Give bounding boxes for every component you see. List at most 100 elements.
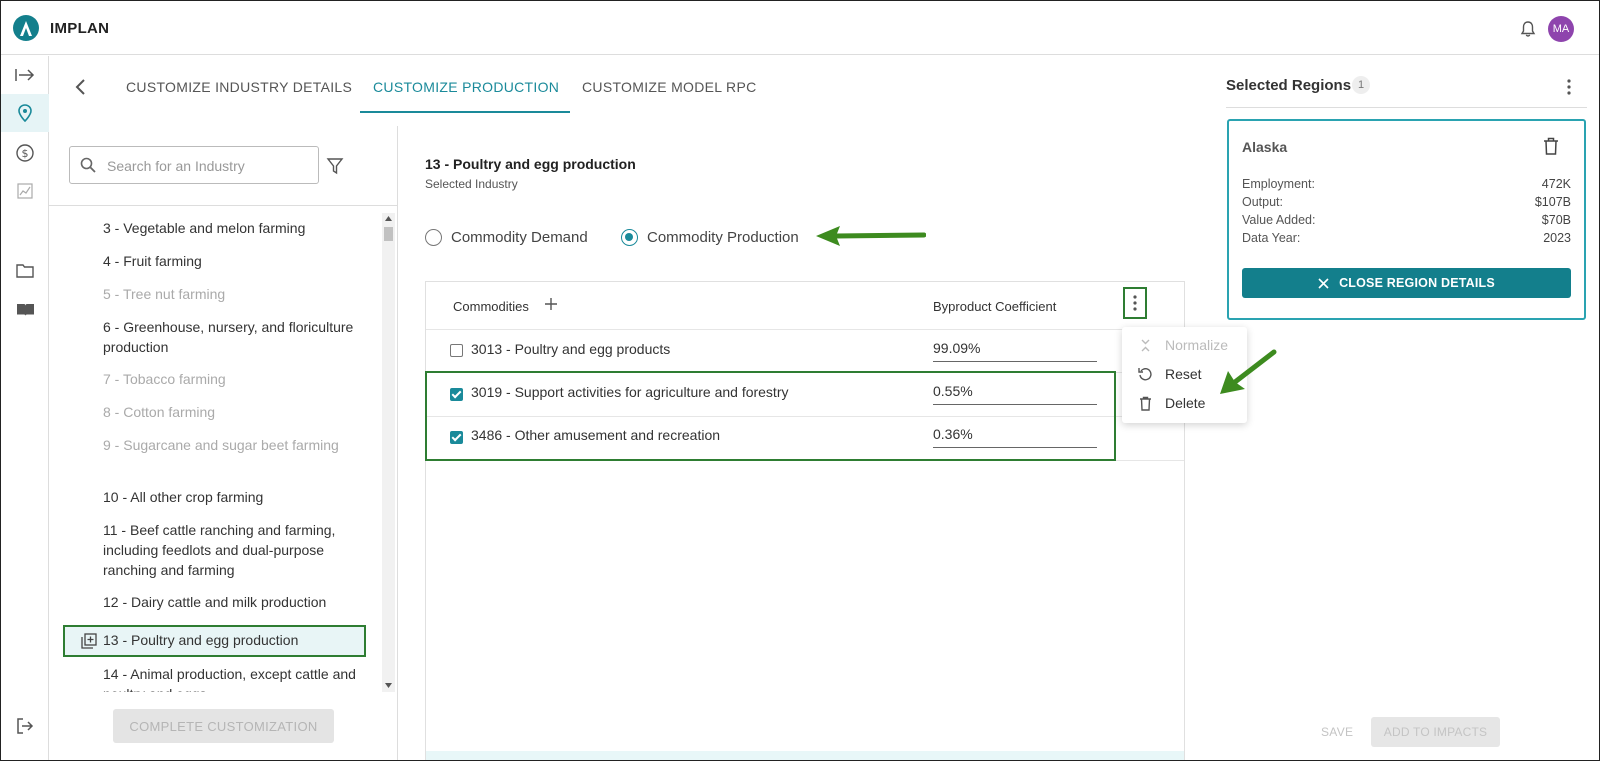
- dollar-circle-icon: $: [16, 144, 34, 162]
- results-nav-button[interactable]: [1, 172, 49, 210]
- impacts-nav-button[interactable]: $: [1, 134, 49, 172]
- add-commodity-icon[interactable]: [544, 297, 558, 311]
- reset-icon: [1138, 368, 1152, 381]
- industry-list-scrollbar[interactable]: [382, 213, 395, 692]
- list-item[interactable]: 3 - Vegetable and melon farming: [103, 218, 363, 238]
- scroll-thumb[interactable]: [384, 227, 393, 241]
- chart-icon: [17, 183, 33, 199]
- svg-text:$: $: [22, 147, 29, 160]
- industry-list: 3 - Vegetable and melon farming 4 - Frui…: [49, 206, 382, 692]
- scroll-down-icon[interactable]: [385, 683, 392, 688]
- commodity-production-radio[interactable]: [621, 229, 638, 246]
- normalize-icon: [1141, 339, 1150, 352]
- list-item[interactable]: 4 - Fruit farming: [103, 251, 363, 271]
- list-item[interactable]: 6 - Greenhouse, nursery, and floricultur…: [103, 317, 363, 357]
- folder-icon: [16, 263, 34, 278]
- notification-bell-icon[interactable]: [1519, 20, 1537, 38]
- projects-nav-button[interactable]: [1, 251, 49, 289]
- delete-region-icon[interactable]: [1543, 137, 1559, 155]
- stat-label: Data Year:: [1242, 231, 1301, 245]
- list-item: 5 - Tree nut farming: [103, 286, 226, 302]
- byproduct-coefficient-header: Byproduct Coefficient: [933, 299, 1057, 314]
- commodities-table: Commodities Byproduct Coefficient 3013 -…: [425, 281, 1185, 760]
- commodity-production-label[interactable]: Commodity Production: [647, 229, 799, 246]
- help-nav-button[interactable]: [1, 290, 49, 328]
- close-region-details-button[interactable]: CLOSE REGION DETAILS: [1242, 268, 1571, 298]
- active-tab-indicator: [360, 111, 570, 113]
- scroll-up-icon[interactable]: [385, 216, 392, 221]
- stat-data-year: Data Year: 2023: [1242, 231, 1571, 245]
- stat-employment: Employment: 472K: [1242, 177, 1571, 191]
- annotation-arrow-diagonal-icon: [1220, 349, 1277, 394]
- stat-value-added: Value Added: $70B: [1242, 213, 1571, 227]
- logout-icon: [17, 718, 34, 734]
- panel-divider: [397, 126, 398, 760]
- search-placeholder: Search for an Industry: [107, 158, 245, 174]
- commodities-header: Commodities: [453, 299, 529, 314]
- region-card: Alaska Employment: 472K Output: $107B Va…: [1227, 119, 1586, 320]
- row-checkbox[interactable]: [450, 344, 463, 357]
- tab-customize-industry-details[interactable]: CUSTOMIZE INDUSTRY DETAILS: [126, 79, 352, 95]
- implan-logo-icon: [13, 15, 39, 41]
- add-library-icon: [81, 633, 97, 649]
- regions-kebab-menu-icon[interactable]: [1565, 78, 1573, 96]
- logout-button[interactable]: [1, 707, 49, 745]
- back-chevron-icon[interactable]: [71, 77, 91, 97]
- selected-rows-highlight: [425, 371, 1116, 461]
- stat-value: $107B: [1534, 195, 1571, 209]
- industry-search-field[interactable]: Search for an Industry: [69, 146, 319, 184]
- stat-label: Employment:: [1242, 177, 1315, 191]
- user-avatar[interactable]: MA: [1548, 16, 1574, 42]
- region-name: Alaska: [1242, 139, 1288, 155]
- book-icon: [16, 303, 34, 316]
- list-item[interactable]: 14 - Animal production, except cattle an…: [103, 664, 363, 692]
- close-region-details-label: CLOSE REGION DETAILS: [1339, 276, 1495, 290]
- regions-divider: [1226, 107, 1587, 108]
- stat-value: $70B: [1541, 213, 1571, 227]
- commodity-label: 3013 - Poultry and egg products: [471, 341, 671, 357]
- list-item: 7 - Tobacco farming: [103, 371, 226, 387]
- regions-nav-button[interactable]: [1, 94, 49, 132]
- table-footer: [426, 751, 1184, 760]
- location-pin-icon: [18, 104, 32, 122]
- commodity-demand-label[interactable]: Commodity Demand: [451, 229, 588, 246]
- app-window: IMPLAN MA $ CUSTOMIZE INDUSTRY DETAILS C…: [0, 0, 1600, 761]
- row-divider: [426, 329, 1184, 330]
- industry-title: 13 - Poultry and egg production: [425, 156, 636, 172]
- coefficient-input[interactable]: 99.09%: [933, 338, 1097, 362]
- stat-value: 472K: [1541, 177, 1571, 191]
- list-item: 8 - Cotton farming: [103, 404, 216, 420]
- selected-regions-title: Selected Regions: [1226, 77, 1352, 94]
- selected-industry-item[interactable]: 13 - Poultry and egg production: [63, 625, 366, 657]
- kebab-menu-icon: [1133, 295, 1137, 311]
- expand-arrow-icon: [15, 69, 35, 81]
- left-rail: $: [1, 56, 49, 760]
- stat-label: Value Added:: [1242, 213, 1316, 227]
- commodity-demand-radio[interactable]: [425, 229, 442, 246]
- list-item[interactable]: 11 - Beef cattle ranching and farming, i…: [103, 520, 363, 580]
- menu-item-label: Delete: [1165, 395, 1206, 411]
- stat-value: 2023: [1543, 231, 1571, 245]
- expand-rail-button[interactable]: [1, 56, 49, 94]
- complete-customization-button[interactable]: COMPLETE CUSTOMIZATION: [113, 709, 334, 743]
- close-icon: [1318, 277, 1329, 289]
- selected-industry-label: 13 - Poultry and egg production: [103, 632, 299, 648]
- trash-icon: [1140, 396, 1151, 411]
- brand-name: IMPLAN: [50, 20, 110, 37]
- industry-subtitle: Selected Industry: [425, 177, 518, 191]
- selected-regions-count-badge: 1: [1352, 76, 1370, 94]
- stat-label: Output:: [1242, 195, 1283, 209]
- list-item[interactable]: 12 - Dairy cattle and milk production: [103, 592, 363, 612]
- table-options-button[interactable]: [1123, 287, 1147, 319]
- save-button[interactable]: SAVE: [1321, 725, 1353, 739]
- tab-customize-model-rpc[interactable]: CUSTOMIZE MODEL RPC: [582, 79, 757, 95]
- list-item[interactable]: 10 - All other crop farming: [103, 487, 363, 507]
- tab-customize-production[interactable]: CUSTOMIZE PRODUCTION: [373, 79, 559, 95]
- search-icon: [80, 157, 96, 173]
- filter-icon[interactable]: [326, 157, 344, 175]
- menu-item-label: Reset: [1165, 366, 1202, 382]
- list-item: 9 - Sugarcane and sugar beet farming: [103, 437, 339, 453]
- top-bar: IMPLAN MA: [1, 1, 1599, 55]
- add-to-impacts-button[interactable]: ADD TO IMPACTS: [1371, 717, 1500, 747]
- stat-output: Output: $107B: [1242, 195, 1571, 209]
